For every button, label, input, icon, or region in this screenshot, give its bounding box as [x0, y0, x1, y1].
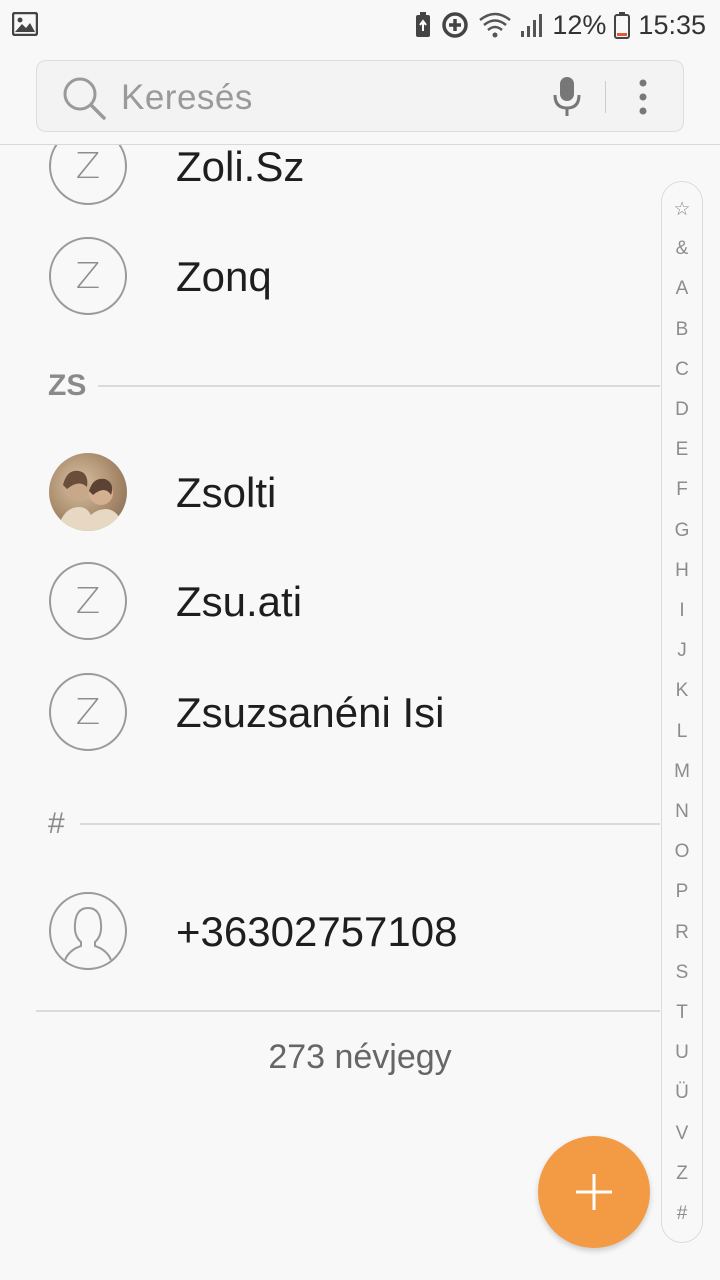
- add-contact-button[interactable]: [538, 1136, 650, 1248]
- search-input[interactable]: Keresés: [121, 78, 253, 118]
- index-letter[interactable]: A: [662, 278, 702, 300]
- more-vert-icon[interactable]: [635, 77, 651, 122]
- contact-name: Zsuzsanéni Isi: [176, 689, 445, 736]
- index-letter[interactable]: U: [662, 1042, 702, 1064]
- index-letter[interactable]: M: [662, 761, 702, 783]
- contact-row[interactable]: Z Zsuzsanéni Isi: [0, 657, 660, 767]
- avatar: Z: [49, 562, 127, 640]
- index-letter[interactable]: J: [662, 640, 702, 662]
- avatar: Z: [49, 237, 127, 315]
- search-icon: [61, 75, 107, 126]
- index-letter[interactable]: K: [662, 680, 702, 702]
- battery-icon: [614, 11, 631, 39]
- index-letter[interactable]: #: [662, 1203, 702, 1225]
- index-letter[interactable]: F: [662, 479, 702, 501]
- contact-name: Zsolti: [176, 469, 277, 516]
- index-letter[interactable]: B: [662, 319, 702, 341]
- section-label: #: [48, 807, 65, 840]
- section-divider: [98, 385, 660, 387]
- battery-percent: 12%: [552, 9, 607, 40]
- contact-photo: [49, 453, 127, 531]
- index-letter[interactable]: O: [662, 841, 702, 863]
- search-bar[interactable]: Keresés: [36, 60, 684, 132]
- contact-name: Zonq: [176, 253, 272, 300]
- index-letter[interactable]: V: [662, 1123, 702, 1145]
- index-letter[interactable]: H: [662, 560, 702, 582]
- section-header: #: [0, 803, 660, 843]
- avatar: Z: [49, 145, 127, 205]
- avatar: Z: [49, 673, 127, 751]
- data-saver-icon: [440, 10, 470, 40]
- index-letter[interactable]: &: [662, 238, 702, 260]
- index-letter[interactable]: I: [662, 600, 702, 622]
- contact-name: +36302757108: [176, 908, 458, 955]
- index-letter[interactable]: P: [662, 881, 702, 903]
- index-letter[interactable]: E: [662, 439, 702, 461]
- index-letter[interactable]: S: [662, 962, 702, 984]
- index-letter[interactable]: ☆: [662, 198, 702, 221]
- section-header: ZS: [0, 365, 660, 405]
- status-bar: 12% 15:35: [0, 0, 720, 50]
- index-letter[interactable]: T: [662, 1002, 702, 1024]
- default-avatar-icon: [49, 892, 127, 970]
- alphabet-index[interactable]: ☆ & A B C D E F G H I J K L M N O P R S T U Ü V Z #: [661, 181, 703, 1243]
- index-letter[interactable]: C: [662, 359, 702, 381]
- index-letter[interactable]: R: [662, 922, 702, 944]
- contact-name: Zsu.ati: [176, 578, 303, 625]
- index-letter[interactable]: L: [662, 721, 702, 743]
- index-letter[interactable]: Ü: [662, 1082, 702, 1104]
- index-letter[interactable]: D: [662, 399, 702, 421]
- contact-name: Zoli.Sz: [176, 145, 305, 190]
- wifi-icon: [478, 11, 512, 39]
- contact-row[interactable]: Z Zonq: [0, 221, 660, 331]
- clock: 15:35: [638, 9, 706, 40]
- section-label: ZS: [48, 369, 87, 402]
- battery-saver-icon: [414, 11, 432, 39]
- contact-row[interactable]: Zsolti: [0, 437, 660, 547]
- contact-count: 273 névjegy: [268, 1038, 452, 1076]
- index-letter[interactable]: G: [662, 520, 702, 542]
- section-divider: [80, 823, 660, 825]
- signal-icon: [520, 11, 544, 39]
- index-letter[interactable]: Z: [662, 1163, 702, 1185]
- search-divider: [605, 81, 606, 113]
- contact-row[interactable]: Z Zsu.ati: [0, 546, 660, 656]
- contact-list[interactable]: Z Zoli.Sz Z Zonq ZS Zsolti Z Zsu.ati Z Z…: [0, 145, 660, 1280]
- mic-icon[interactable]: [551, 75, 583, 124]
- gallery-icon: [11, 11, 39, 41]
- contact-row[interactable]: Z Zoli.Sz: [0, 145, 660, 221]
- index-letter[interactable]: N: [662, 801, 702, 823]
- list-footer-divider: [36, 1010, 660, 1012]
- contact-row[interactable]: +36302757108: [0, 876, 660, 986]
